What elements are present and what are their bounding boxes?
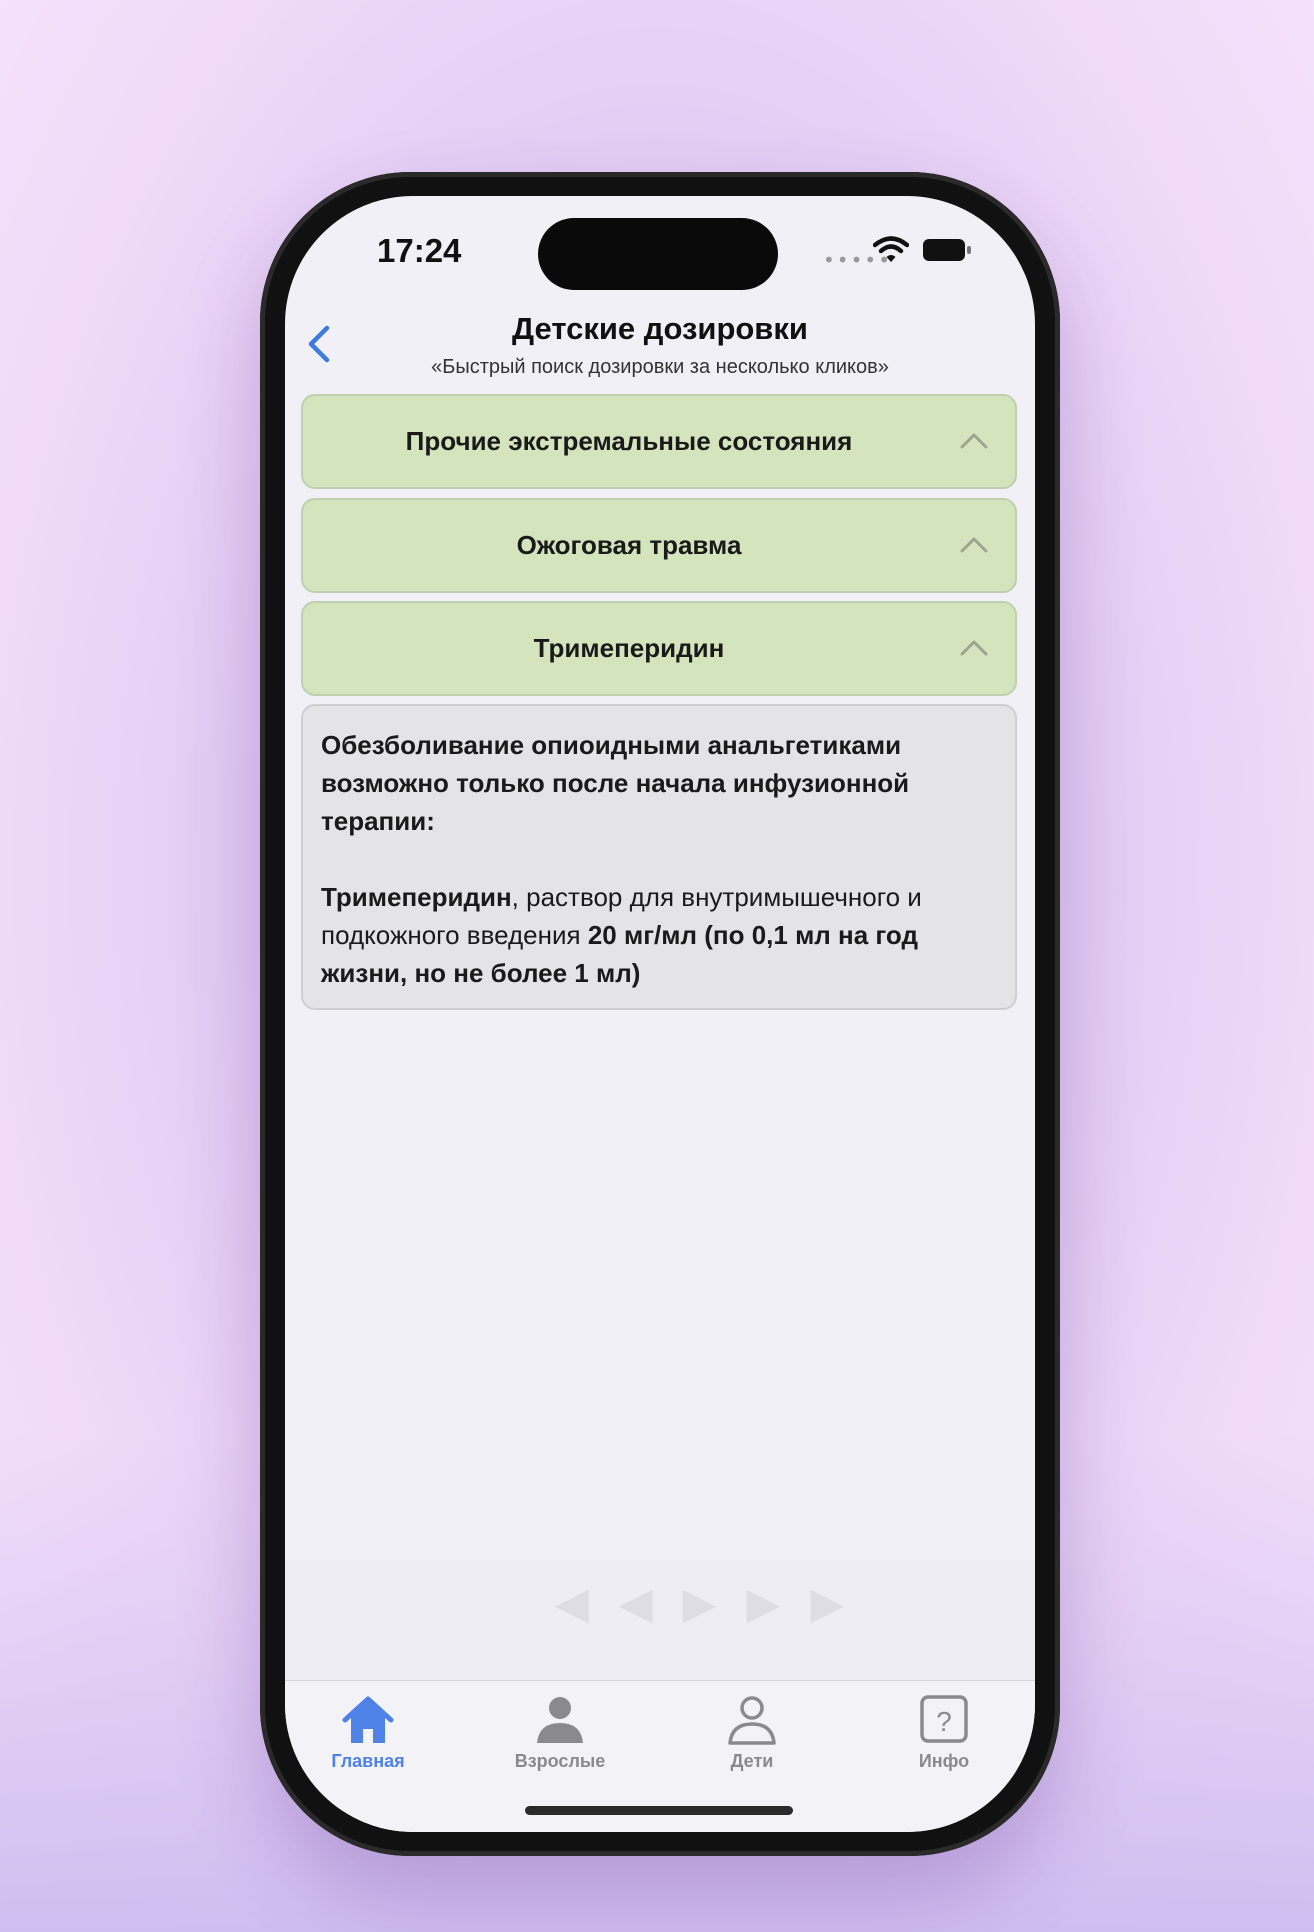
tab-label: Взрослые — [514, 1751, 606, 1771]
dosage-detail-text: Тримеперидин, раствор для внутримышечног… — [321, 878, 997, 992]
house-icon — [342, 1696, 394, 1743]
section-label: Ожоговая травма — [516, 530, 742, 560]
section-label: Прочие экстремальные состояния — [405, 426, 853, 456]
tab-home[interactable]: Главная — [293, 1693, 443, 1772]
page-title: Детские дозировки — [512, 311, 808, 346]
section-extreme-conditions[interactable]: Прочие экстремальные состояния — [301, 394, 1017, 489]
question-square-icon: ? — [920, 1695, 968, 1743]
person-outline-icon — [728, 1696, 776, 1745]
phone-frame: 17:24 ••••• Детские дозировки «Быстрый п… — [260, 172, 1060, 1856]
chevron-up-icon — [960, 640, 988, 656]
tab-adults[interactable]: Взрослые — [485, 1693, 635, 1772]
media-controls-icon: ◀◀▶▶▶ — [555, 1578, 875, 1629]
back-chevron-icon[interactable] — [295, 318, 347, 370]
chevron-up-icon — [960, 537, 988, 553]
section-burn-injury[interactable]: Ожоговая травма — [301, 498, 1017, 593]
chevron-up-icon — [960, 433, 988, 449]
tab-label: Инфо — [918, 1751, 970, 1771]
svg-text:?: ? — [936, 1706, 952, 1737]
phone-screen: 17:24 ••••• Детские дозировки «Быстрый п… — [285, 196, 1035, 1832]
battery-icon — [923, 239, 971, 261]
drug-name: Тримеперидин — [321, 882, 512, 912]
status-time: 17:24 — [377, 232, 462, 269]
tab-children[interactable]: Дети — [677, 1693, 827, 1772]
dosage-intro-text: Обезболивание опиоидными анальгетиками в… — [321, 730, 910, 836]
dynamic-island — [538, 218, 778, 290]
section-label: Тримеперидин — [533, 633, 725, 663]
section-trimeperidine[interactable]: Тримеперидин — [301, 601, 1017, 696]
home-indicator[interactable] — [525, 1806, 793, 1815]
dosage-content-card: Обезболивание опиоидными анальгетиками в… — [301, 704, 1017, 1010]
page-subtitle: «Быстрый поиск дозировки за несколько кл… — [431, 356, 889, 378]
tab-label: Главная — [331, 1751, 405, 1771]
wifi-icon — [873, 236, 909, 262]
tab-label: Дети — [730, 1751, 774, 1771]
tab-info[interactable]: ? Инфо — [869, 1693, 1019, 1772]
person-fill-icon — [537, 1697, 583, 1743]
